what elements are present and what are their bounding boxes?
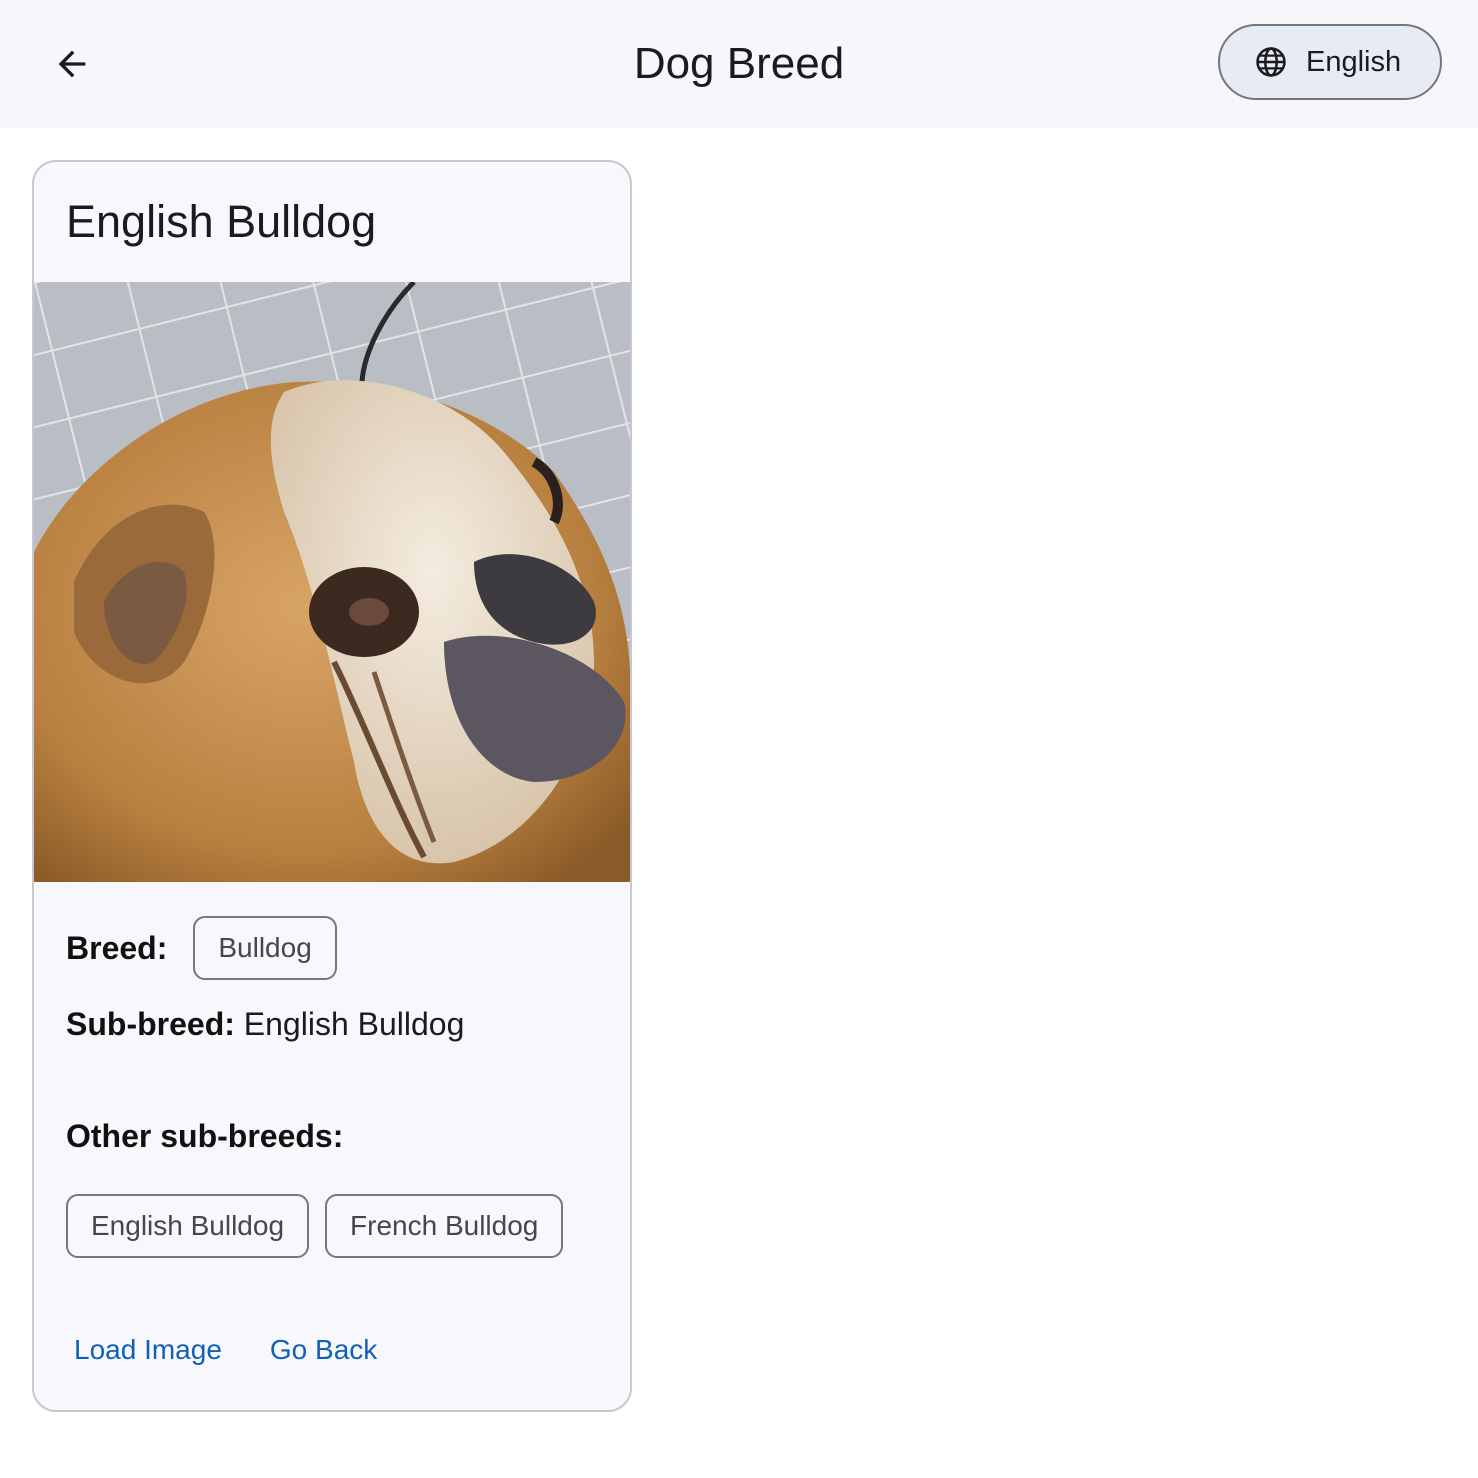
go-back-button[interactable]: Go Back	[270, 1334, 377, 1366]
load-image-button[interactable]: Load Image	[74, 1334, 222, 1366]
card-title: English Bulldog	[66, 196, 377, 247]
other-subbreeds-label: Other sub-breeds:	[66, 1118, 344, 1154]
subbreed-value: English Bulldog	[234, 1006, 465, 1042]
breed-chip[interactable]: Bulldog	[193, 916, 337, 980]
other-subbreeds-list: English Bulldog French Bulldog	[66, 1194, 564, 1258]
subbreed-label: Sub-breed:	[66, 1006, 235, 1042]
app-bar: Dog Breed English	[0, 0, 1478, 128]
breed-row: Breed: Bulldog	[66, 916, 337, 980]
bulldog-photo	[34, 282, 630, 882]
subbreed-chip-english-bulldog[interactable]: English Bulldog	[66, 1194, 310, 1258]
language-button[interactable]: English	[1218, 24, 1442, 100]
card-actions: Load Image Go Back	[74, 1334, 377, 1366]
breed-label: Breed:	[66, 929, 168, 966]
subbreed-row: Sub-breed: English Bulldog	[66, 1006, 464, 1043]
subbreed-chip-french-bulldog[interactable]: French Bulldog	[325, 1194, 564, 1258]
globe-icon	[1256, 47, 1286, 77]
breed-card: English Bulldog Breed: Bulldog Sub-breed…	[32, 160, 632, 1412]
language-label: English	[1306, 45, 1402, 78]
